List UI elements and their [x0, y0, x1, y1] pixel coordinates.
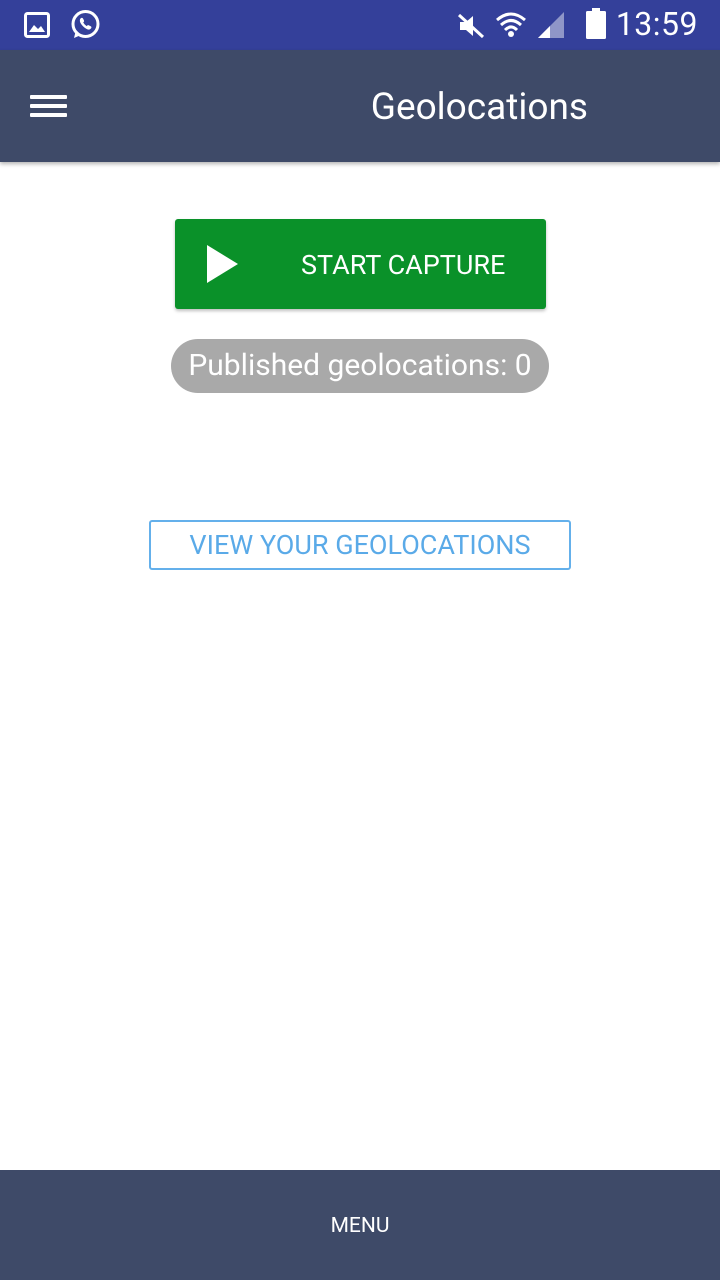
- published-count-badge: Published geolocations: 0: [171, 339, 549, 393]
- signal-icon: [536, 11, 566, 43]
- start-capture-label: START CAPTURE: [301, 249, 506, 281]
- status-time: 13:59: [615, 5, 698, 43]
- battery-icon: [585, 8, 607, 44]
- menu-label: MENU: [330, 1214, 390, 1238]
- play-icon: [207, 245, 238, 283]
- status-bar: 13:59: [0, 0, 720, 50]
- app-bar: Geolocations: [0, 50, 720, 162]
- view-geolocations-button[interactable]: VIEW YOUR GEOLOCATIONS: [149, 520, 571, 570]
- hamburger-menu-icon[interactable]: [26, 88, 70, 124]
- mute-icon: [457, 12, 485, 44]
- bottom-menu-bar[interactable]: MENU: [0, 1170, 720, 1280]
- whatsapp-icon: [70, 9, 101, 44]
- start-capture-button[interactable]: START CAPTURE: [175, 219, 546, 309]
- wifi-icon: [495, 10, 527, 44]
- page-title: Geolocations: [370, 86, 588, 129]
- image-notification-icon: [24, 12, 50, 42]
